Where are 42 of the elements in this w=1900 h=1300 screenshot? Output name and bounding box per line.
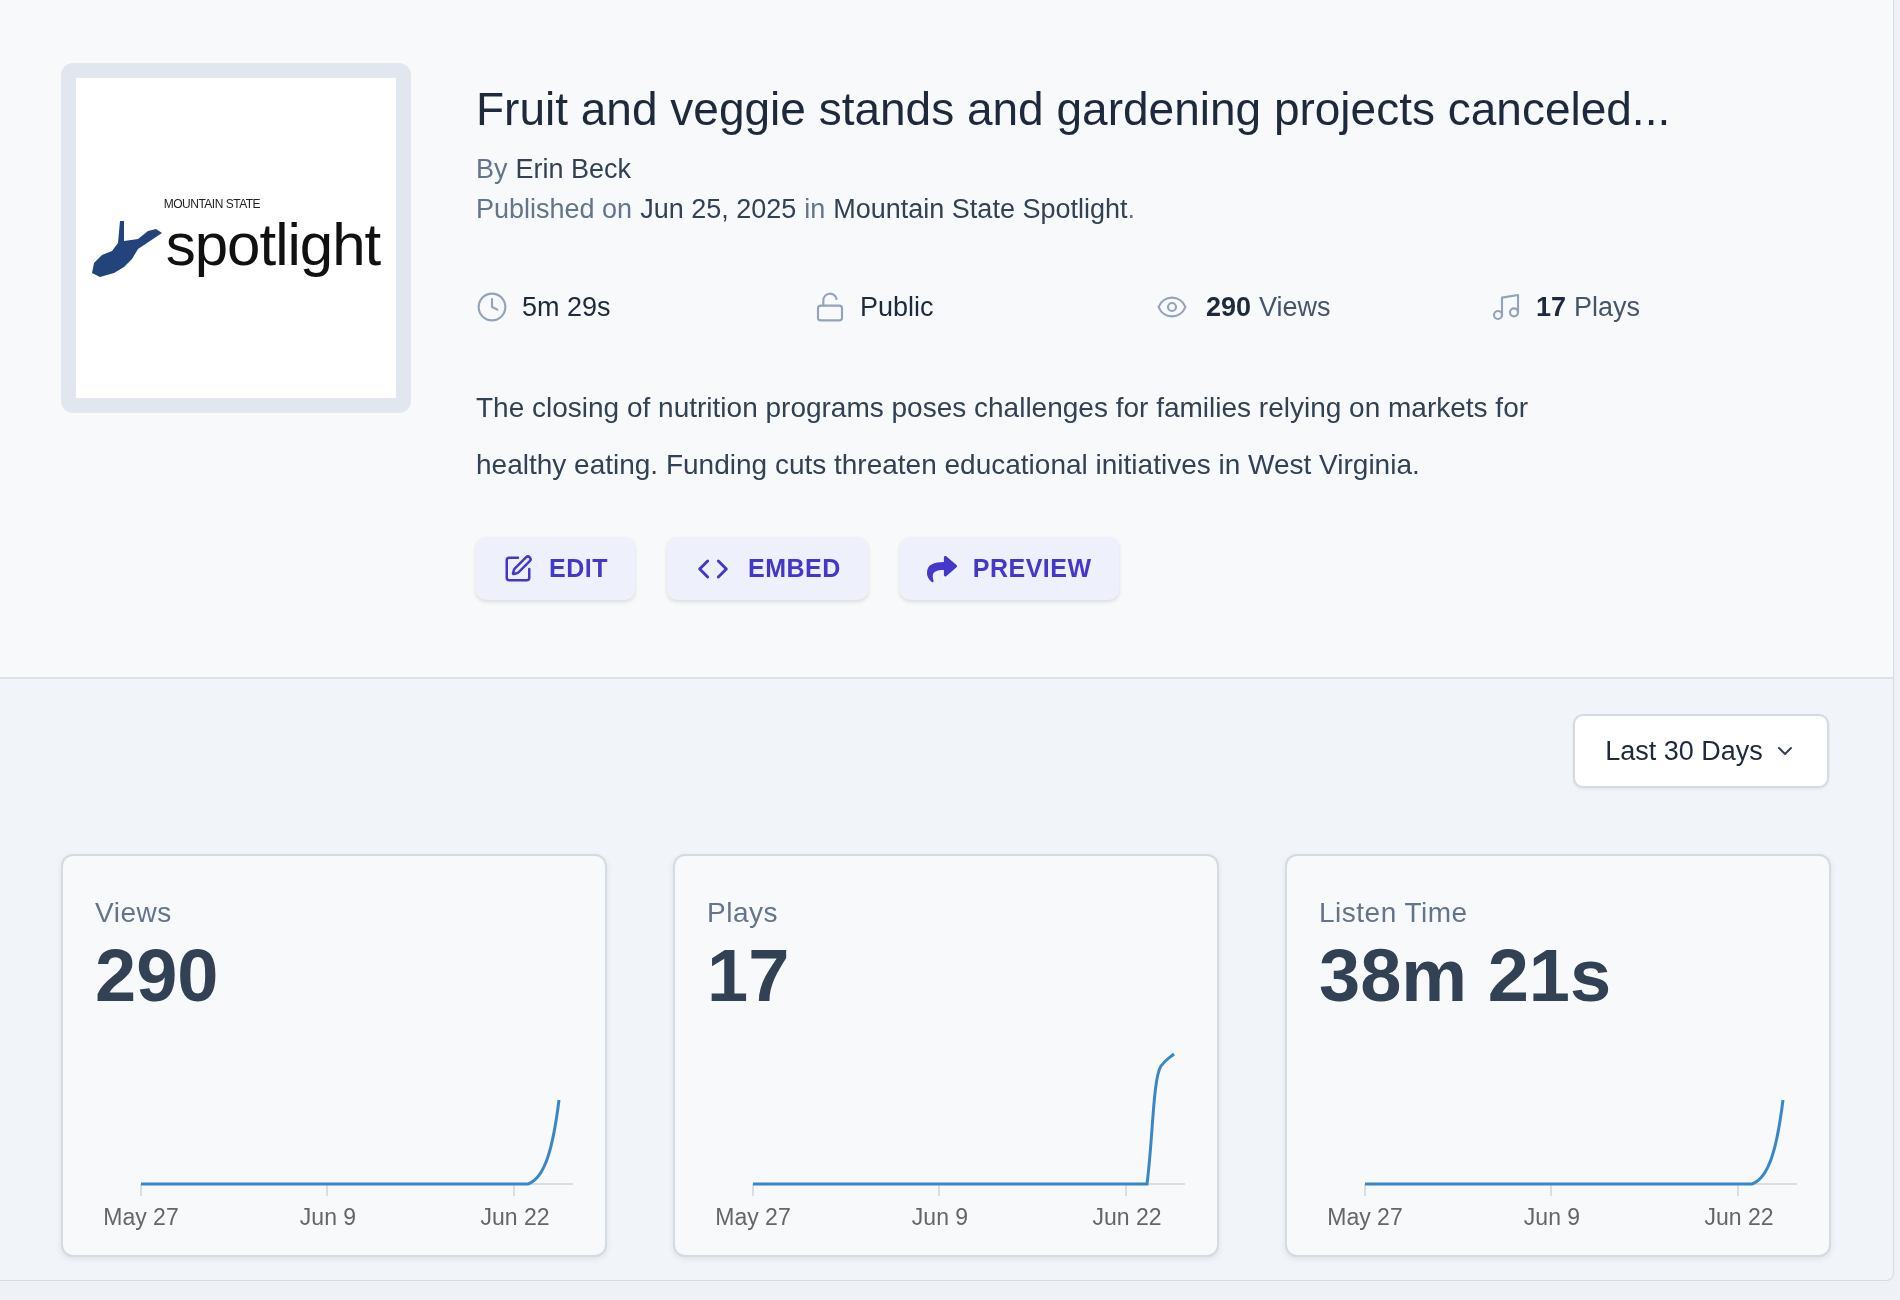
metric-label: Plays (707, 896, 779, 930)
axis-label: Jun 9 (298, 1203, 358, 1232)
axis-label: Jun 22 (1703, 1203, 1775, 1232)
axis-label: May 27 (1326, 1203, 1404, 1232)
stat-value: Public (860, 291, 934, 324)
stat-count: 17 (1536, 291, 1567, 324)
metric-value: 17 (707, 934, 791, 1018)
axis-label: Jun 9 (1522, 1203, 1582, 1232)
stat-label: Plays (1574, 291, 1641, 324)
music-note-icon (1490, 291, 1522, 323)
pencil-square-icon (503, 553, 533, 584)
published-label: Published on (476, 193, 633, 226)
share-arrow-icon (926, 553, 957, 584)
logo-kicker: MOUNTAIN STATE (163, 197, 262, 210)
axis-label: Jun 9 (910, 1203, 970, 1232)
stat-count: 290 (1206, 291, 1252, 324)
article-description: The closing of nutrition programs poses challenges for families relying on markets for healthy eating. Funding cuts threaten educational initiatives in West Virginia. (476, 391, 1530, 482)
unlocked-padlock-icon (814, 291, 846, 323)
preview-button[interactable]: PREVIEW (899, 537, 1119, 600)
stat-value: 5m 29s (522, 291, 611, 324)
embed-button[interactable]: EMBED (666, 537, 868, 600)
clock-icon (476, 291, 508, 323)
logo-wordmark: spotlight (164, 209, 382, 279)
date-range-dropdown[interactable]: Last 30 Days (1573, 714, 1829, 788)
metric-label: Listen Time (1319, 896, 1469, 930)
publication-connector: in (804, 193, 826, 226)
stat-label: Views (1259, 291, 1331, 324)
state-map-icon (89, 218, 164, 279)
metric-label: Views (95, 896, 173, 930)
author-name: Erin Beck (515, 153, 632, 186)
axis-label: Jun 22 (479, 1203, 551, 1232)
publish-date: Jun 25, 2025 (640, 193, 797, 226)
axis-label: Jun 22 (1091, 1203, 1163, 1232)
metric-value: 290 (95, 934, 220, 1018)
publication-name: Mountain State Spotlight (833, 193, 1128, 226)
edit-button[interactable]: EDIT (476, 537, 635, 600)
byline-label: By (476, 153, 508, 186)
sentence-period: . (1127, 193, 1135, 226)
axis-label: May 27 (102, 1203, 180, 1232)
metric-value: 38m 21s (1319, 934, 1613, 1018)
article-title: Fruit and veggie stands and gardening projects canceled... (476, 82, 1672, 137)
axis-label: May 27 (714, 1203, 792, 1232)
